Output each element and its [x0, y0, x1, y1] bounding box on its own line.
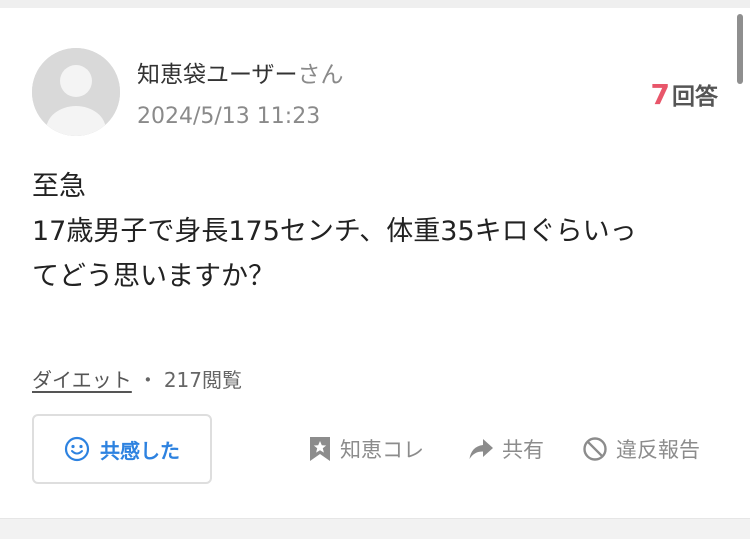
- bookmark-star-icon: [310, 437, 330, 461]
- username-name: 知恵袋ユーザー: [137, 62, 298, 88]
- save-to-collection-button[interactable]: 知恵コレ: [308, 434, 424, 464]
- user-avatar[interactable]: [32, 48, 120, 136]
- top-separator: [0, 0, 750, 8]
- smile-icon: [64, 436, 90, 462]
- meta-separator: ・: [137, 368, 158, 392]
- question-line: 17歳男子で身長175センチ、体重35キロぐらいっ: [32, 216, 637, 247]
- answer-count-label: 回答: [672, 84, 718, 110]
- scrollbar[interactable]: [737, 14, 743, 84]
- empathy-label: 共感した: [100, 438, 180, 463]
- username[interactable]: 知恵袋ユーザーさん: [137, 55, 344, 89]
- report-label: 違反報告: [616, 438, 700, 462]
- report-button[interactable]: 違反報告: [582, 434, 700, 464]
- prohibited-icon: [583, 437, 607, 461]
- share-button[interactable]: 共有: [468, 434, 544, 464]
- share-label: 共有: [502, 438, 544, 462]
- question-line: てどう思いますか？: [32, 261, 275, 292]
- share-arrow-icon: [469, 439, 493, 459]
- answer-count-number: 7: [650, 78, 670, 111]
- bottom-separator: [0, 518, 750, 539]
- answer-count[interactable]: 7回答: [651, 77, 718, 111]
- category-link[interactable]: ダイエット: [32, 368, 132, 392]
- view-count: 217閲覧: [163, 368, 242, 392]
- question-line: 至急: [32, 171, 86, 202]
- post-timestamp: 2024/5/13 11:23: [137, 104, 321, 129]
- username-suffix: さん: [297, 62, 344, 88]
- question-meta: ダイエット・ 217閲覧: [32, 364, 242, 393]
- question-text: 至急 17歳男子で身長175センチ、体重35キロぐらいっ てどう思いますか？: [32, 164, 722, 299]
- empathy-button[interactable]: 共感した: [32, 414, 212, 484]
- save-label: 知恵コレ: [340, 438, 424, 462]
- default-avatar-icon: [32, 48, 120, 136]
